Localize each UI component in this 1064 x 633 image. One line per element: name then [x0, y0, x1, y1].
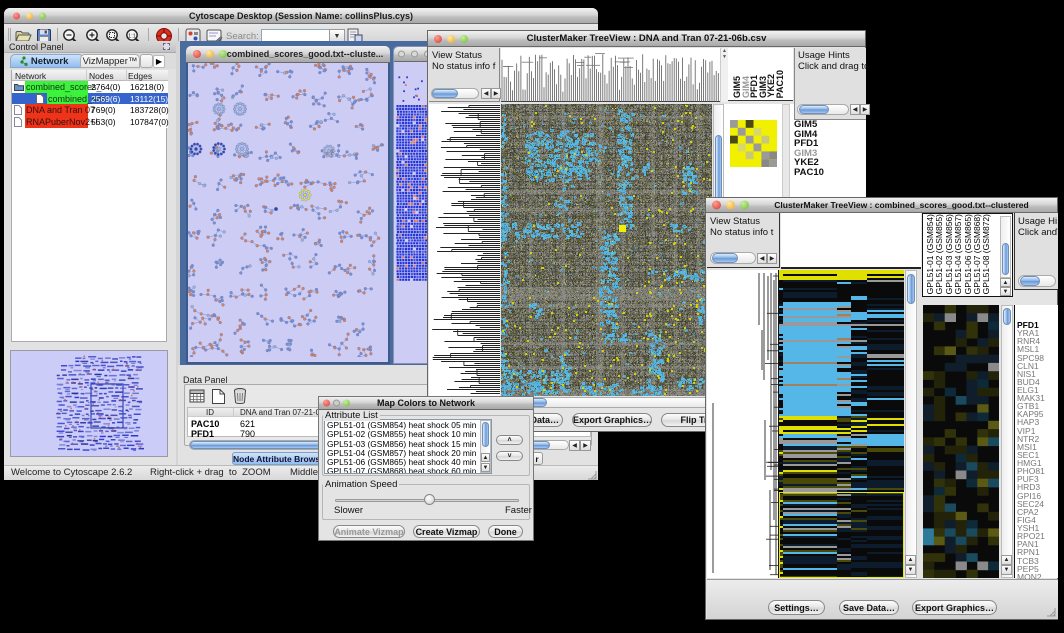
svg-text:1:1: 1:1	[128, 34, 136, 40]
